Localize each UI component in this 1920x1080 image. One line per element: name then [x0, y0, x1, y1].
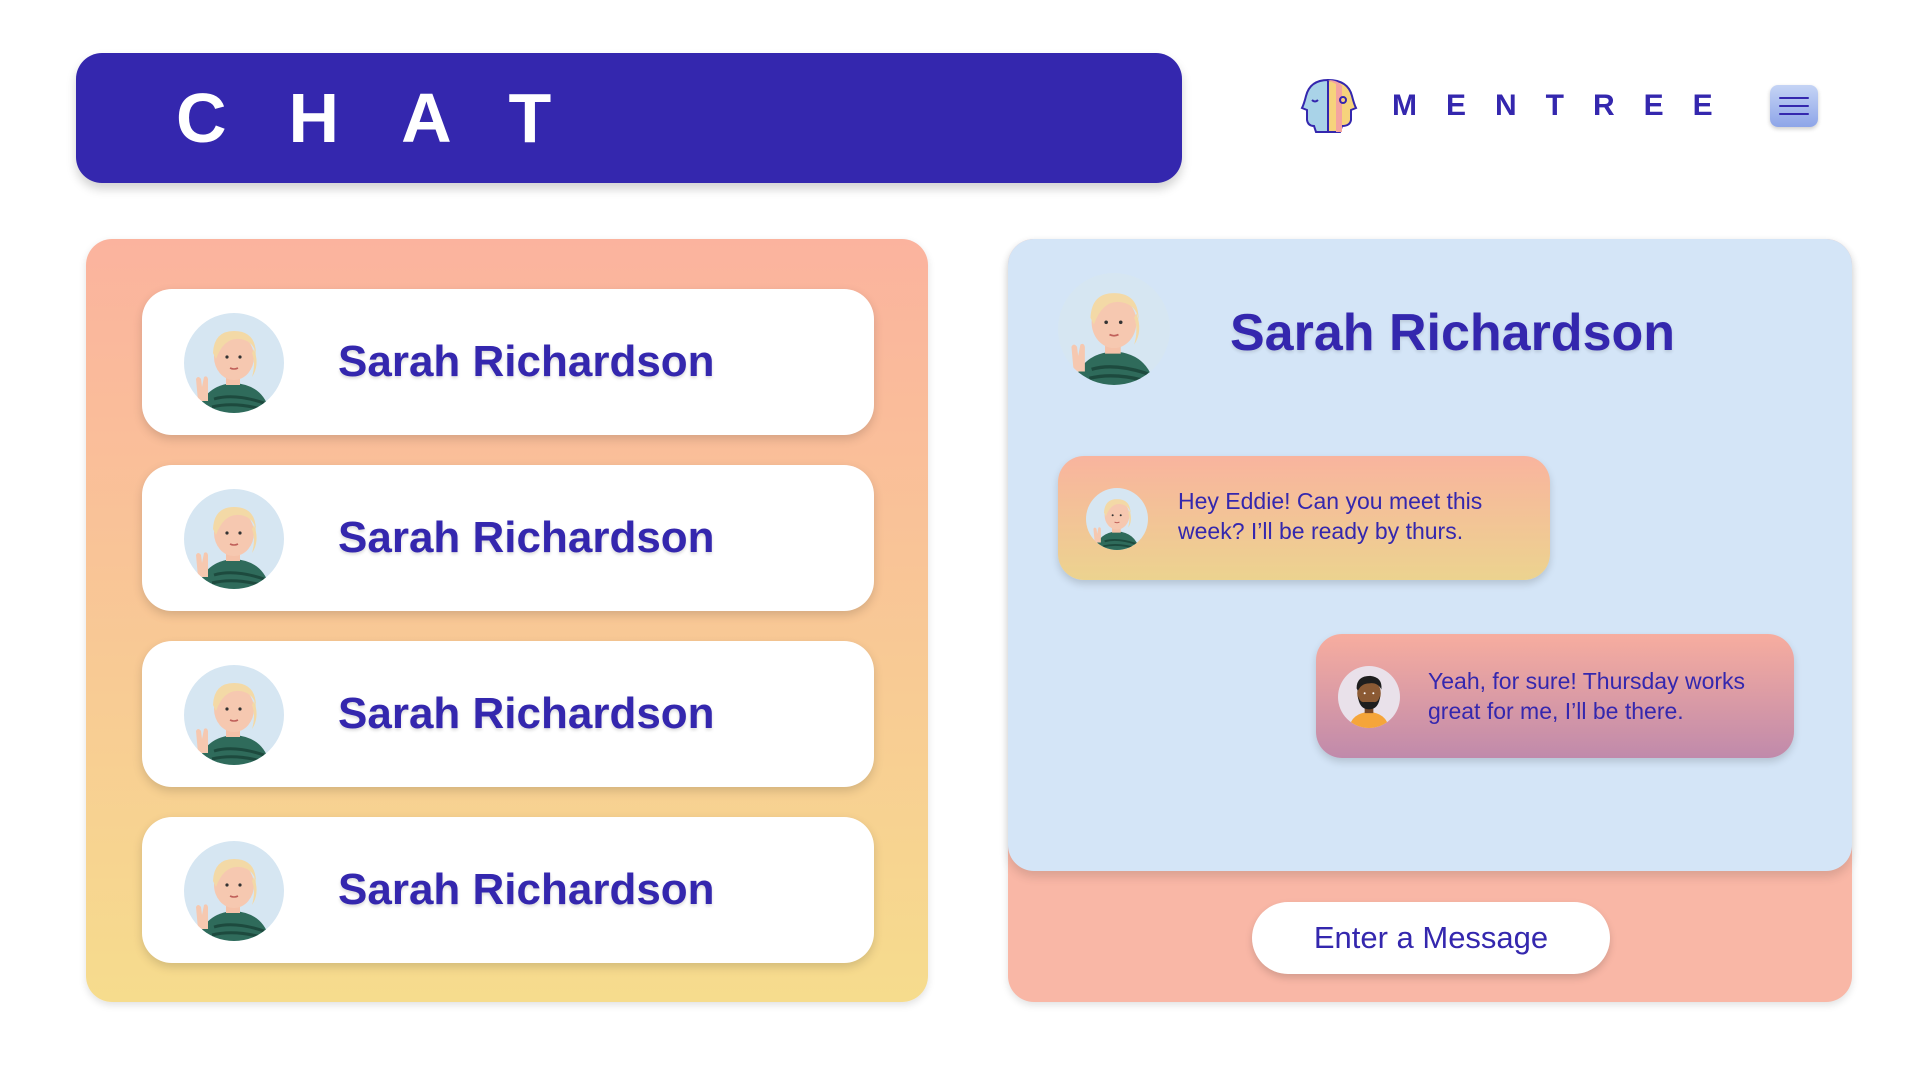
brand: MENTREE	[1298, 76, 1742, 136]
message-input[interactable]	[1252, 902, 1610, 974]
contact-name: Sarah Richardson	[338, 337, 715, 386]
hamburger-menu-icon[interactable]	[1770, 85, 1818, 127]
contact-card[interactable]: Sarah Richardson	[142, 465, 874, 611]
sarah-avatar-icon	[1086, 488, 1148, 550]
sarah-avatar-icon[interactable]	[1058, 273, 1170, 385]
chat-header-banner: CHAT	[76, 53, 1182, 183]
contact-card[interactable]: Sarah Richardson	[142, 641, 874, 787]
contact-card[interactable]: Sarah Richardson	[142, 817, 874, 963]
page-title: CHAT	[176, 79, 614, 157]
sarah-avatar-icon	[184, 313, 284, 413]
brand-name: MENTREE	[1392, 89, 1742, 122]
contact-name: Sarah Richardson	[338, 513, 715, 562]
outgoing-message-bubble: Yeah, for sure! Thursday works great for…	[1316, 634, 1794, 758]
sarah-avatar-icon	[184, 489, 284, 589]
sarah-avatar-icon	[184, 665, 284, 765]
two-heads-logo-icon	[1300, 78, 1358, 133]
conversation-contact-name: Sarah Richardson	[1230, 304, 1676, 362]
conversation-panel: Sarah Richardson Hey Eddie! Can you meet…	[1008, 239, 1852, 1002]
contact-card[interactable]: Sarah Richardson	[142, 289, 874, 435]
sarah-avatar-icon	[184, 841, 284, 941]
message-text: Hey Eddie! Can you meet this week? I’ll …	[1178, 488, 1483, 544]
eddie-avatar-icon	[1338, 666, 1400, 728]
contact-name: Sarah Richardson	[338, 689, 715, 738]
contact-name: Sarah Richardson	[338, 865, 715, 914]
contacts-panel: Sarah Richardson Sarah Richardson Sarah …	[86, 239, 928, 1002]
messages-area: Sarah Richardson Hey Eddie! Can you meet…	[1008, 239, 1852, 871]
incoming-message-bubble: Hey Eddie! Can you meet this week? I’ll …	[1058, 456, 1550, 580]
message-text: Yeah, for sure! Thursday works great for…	[1428, 668, 1746, 724]
